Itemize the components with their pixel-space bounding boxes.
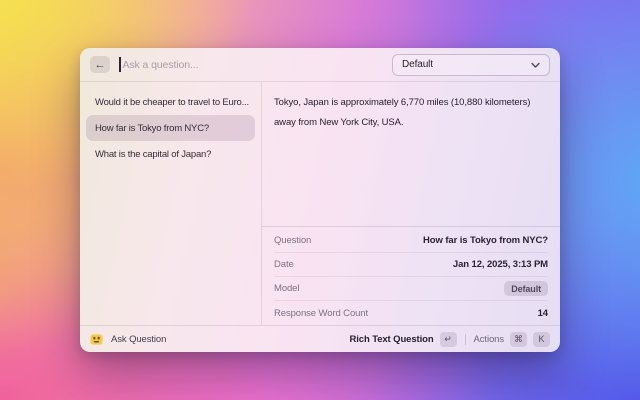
metadata-label: Question	[274, 235, 311, 246]
metadata-value: Jan 12, 2025, 3:13 PM	[453, 259, 548, 270]
back-button[interactable]: ←	[90, 56, 110, 73]
metadata-value: 14	[538, 308, 548, 319]
metadata-label: Model	[274, 283, 299, 294]
model-dropdown[interactable]: Default	[392, 54, 550, 76]
return-key-icon: ↵	[440, 332, 457, 347]
primary-action-button[interactable]: Rich Text Question	[349, 334, 433, 345]
sidebar-item[interactable]: Would it be cheaper to travel to Euro...	[86, 89, 255, 115]
detail-panel: Tokyo, Japan is approximately 6,770 mile…	[262, 82, 560, 325]
text-caret	[119, 57, 121, 72]
k-key-icon: K	[533, 332, 550, 347]
robot-icon	[90, 333, 103, 346]
metadata-row-question: Question How far is Tokyo from NYC?	[274, 229, 548, 253]
actions-menu-button[interactable]: Actions	[474, 334, 504, 345]
footer-bar: Ask Question Rich Text Question ↵ Action…	[80, 325, 560, 352]
back-arrow-icon: ←	[95, 59, 106, 71]
command-name: Ask Question	[111, 334, 166, 345]
question-list: Would it be cheaper to travel to Euro...…	[80, 82, 262, 325]
app-window: ← Ask a question... Default Would it be …	[80, 48, 560, 352]
metadata-section: Question How far is Tokyo from NYC? Date…	[262, 226, 560, 325]
metadata-row-word-count: Response Word Count 14	[274, 301, 548, 325]
chevron-down-icon	[531, 62, 540, 68]
model-dropdown-value: Default	[402, 59, 433, 70]
sidebar-item-label: What is the capital of Japan?	[95, 149, 211, 160]
sidebar-item[interactable]: What is the capital of Japan?	[86, 141, 255, 167]
metadata-row-date: Date Jan 12, 2025, 3:13 PM	[274, 253, 548, 277]
ask-question-input[interactable]: Ask a question...	[123, 59, 199, 71]
answer-text: Tokyo, Japan is approximately 6,770 mile…	[262, 82, 560, 226]
metadata-label: Date	[274, 259, 294, 270]
metadata-label: Response Word Count	[274, 308, 368, 319]
model-badge: Default	[504, 281, 548, 296]
footer-divider	[465, 334, 466, 345]
command-key-icon: ⌘	[510, 332, 527, 347]
header: ← Ask a question... Default	[80, 48, 560, 82]
sidebar-item[interactable]: How far is Tokyo from NYC?	[86, 115, 255, 141]
sidebar-item-label: How far is Tokyo from NYC?	[95, 123, 209, 134]
sidebar-item-label: Would it be cheaper to travel to Euro...	[95, 97, 249, 108]
metadata-row-model: Model Default	[274, 277, 548, 301]
content-area: Would it be cheaper to travel to Euro...…	[80, 82, 560, 325]
metadata-value: How far is Tokyo from NYC?	[423, 235, 548, 246]
